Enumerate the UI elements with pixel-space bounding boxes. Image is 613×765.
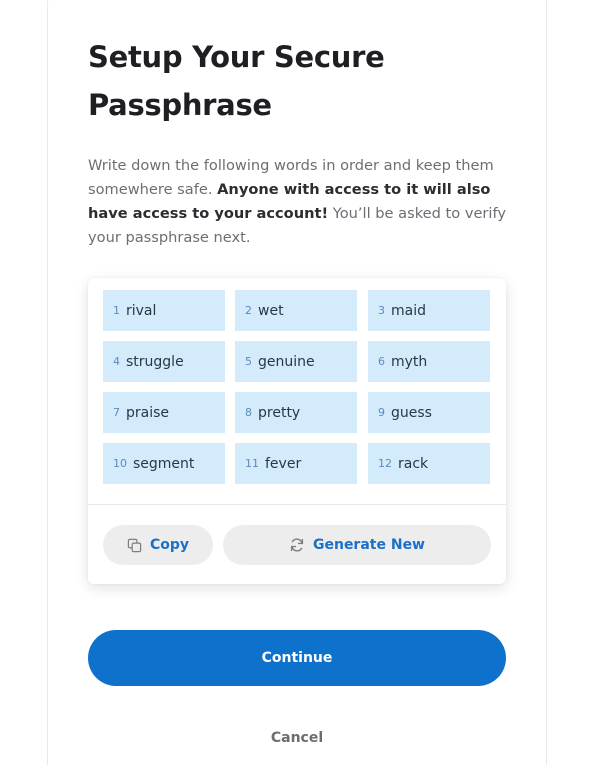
word-text: myth — [391, 353, 428, 370]
word-number: 10 — [113, 457, 127, 470]
word-text: struggle — [126, 353, 184, 370]
word-number: 12 — [378, 457, 392, 470]
instructions-text: Write down the following words in order … — [88, 154, 513, 250]
word-text: guess — [391, 404, 432, 421]
generate-new-button[interactable]: Generate New — [223, 525, 491, 565]
word-number: 2 — [245, 304, 252, 317]
word-chip: 6 myth — [368, 341, 490, 382]
word-text: rival — [126, 302, 157, 319]
word-text: rack — [398, 455, 429, 472]
word-text: genuine — [258, 353, 315, 370]
word-chip: 3 maid — [368, 290, 490, 331]
continue-button-label: Continue — [261, 650, 333, 666]
copy-button-label: Copy — [149, 537, 190, 553]
copy-button[interactable]: Copy — [103, 525, 213, 565]
word-text: fever — [265, 455, 302, 472]
word-chip: 1 rival — [103, 290, 225, 331]
word-number: 1 — [113, 304, 120, 317]
passphrase-setup-page: Setup Your Secure Passphrase Write down … — [0, 0, 613, 765]
word-text: segment — [133, 455, 195, 472]
word-chip: 2 wet — [235, 290, 357, 331]
copy-icon — [127, 538, 142, 552]
word-number: 3 — [378, 304, 385, 317]
word-chip: 5 genuine — [235, 341, 357, 382]
word-number: 8 — [245, 406, 252, 419]
word-text: wet — [258, 302, 284, 319]
word-chip: 10 segment — [103, 443, 225, 484]
word-number: 9 — [378, 406, 385, 419]
word-number: 7 — [113, 406, 120, 419]
word-number: 6 — [378, 355, 385, 368]
word-chip: 12 rack — [368, 443, 490, 484]
passphrase-panel: 1 rival 2 wet 3 maid 4 struggle 5 genuine 6 my… — [88, 278, 506, 584]
refresh-icon — [290, 538, 304, 552]
word-number: 4 — [113, 355, 120, 368]
word-chip: 4 struggle — [103, 341, 225, 382]
generate-new-button-label: Generate New — [312, 537, 425, 553]
word-chip: 7 praise — [103, 392, 225, 433]
cancel-button[interactable]: Cancel — [88, 730, 506, 746]
word-chip: 8 pretty — [235, 392, 357, 433]
word-number: 11 — [245, 457, 259, 470]
continue-button[interactable]: Continue — [88, 630, 506, 686]
panel-divider — [88, 504, 506, 505]
word-number: 5 — [245, 355, 252, 368]
word-chip: 11 fever — [235, 443, 357, 484]
word-chip: 9 guess — [368, 392, 490, 433]
word-text: maid — [391, 302, 426, 319]
page-title: Setup Your Secure Passphrase — [88, 40, 385, 122]
word-text: pretty — [258, 404, 301, 421]
word-text: praise — [126, 404, 170, 421]
